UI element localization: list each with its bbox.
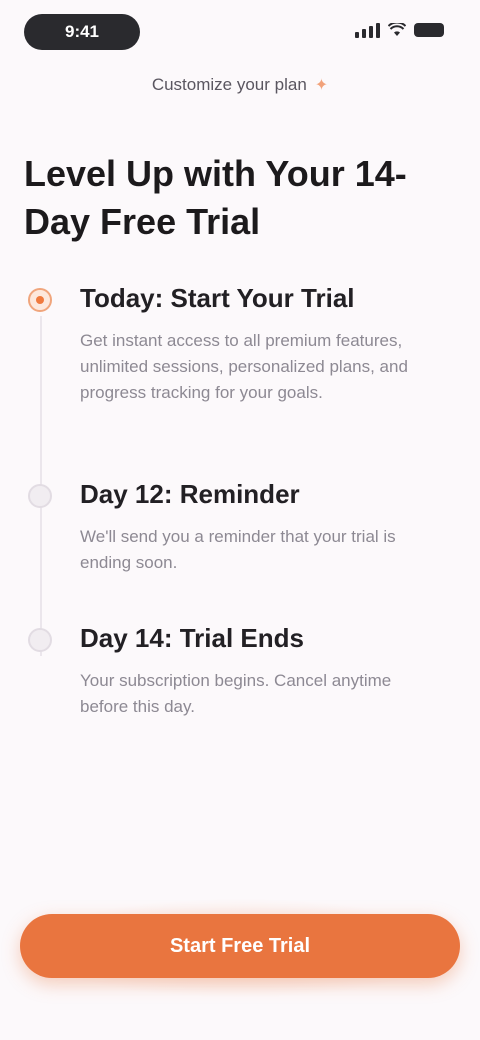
step-description: We'll send you a reminder that your tria…	[80, 527, 396, 572]
step-description: Your subscription begins. Cancel anytime…	[80, 671, 392, 716]
header-label-text: Customize your plan	[151, 75, 307, 94]
battery-icon	[414, 23, 444, 37]
timeline-step-reminder: Day 12: Reminder We'll send you a remind…	[24, 476, 440, 576]
timeline-step-trial-ends: Day 14: Trial Ends Your subscription beg…	[24, 620, 440, 720]
trial-screen: 9:41 Customize your plan ✦ Level Up with…	[0, 0, 480, 1040]
step-active-dot-icon	[28, 288, 52, 312]
sparkle-icon: ✦	[314, 77, 329, 94]
step-dot-icon	[28, 628, 52, 652]
page-title: Level Up with Your 14-Day Free Trial	[24, 153, 407, 242]
status-time-pill: 9:41	[24, 14, 140, 50]
start-trial-button[interactable]: Start Free Trial	[20, 914, 460, 978]
status-time: 9:41	[64, 22, 100, 41]
step-description: Get instant access to all premium featur…	[80, 331, 408, 402]
timeline-step-today: Today: Start Your Trial Get instant acce…	[24, 280, 440, 406]
wifi-icon	[388, 23, 406, 36]
step-title: Day 12: Reminder	[80, 479, 300, 509]
step-title: Day 14: Trial Ends	[80, 623, 304, 653]
step-dot-icon	[28, 484, 52, 508]
step-title: Today: Start Your Trial	[80, 283, 355, 313]
signal-icon	[355, 22, 380, 38]
header-label: Customize your plan ✦	[0, 70, 480, 100]
status-bar: 9:41	[0, 0, 480, 64]
status-icons	[355, 22, 444, 38]
